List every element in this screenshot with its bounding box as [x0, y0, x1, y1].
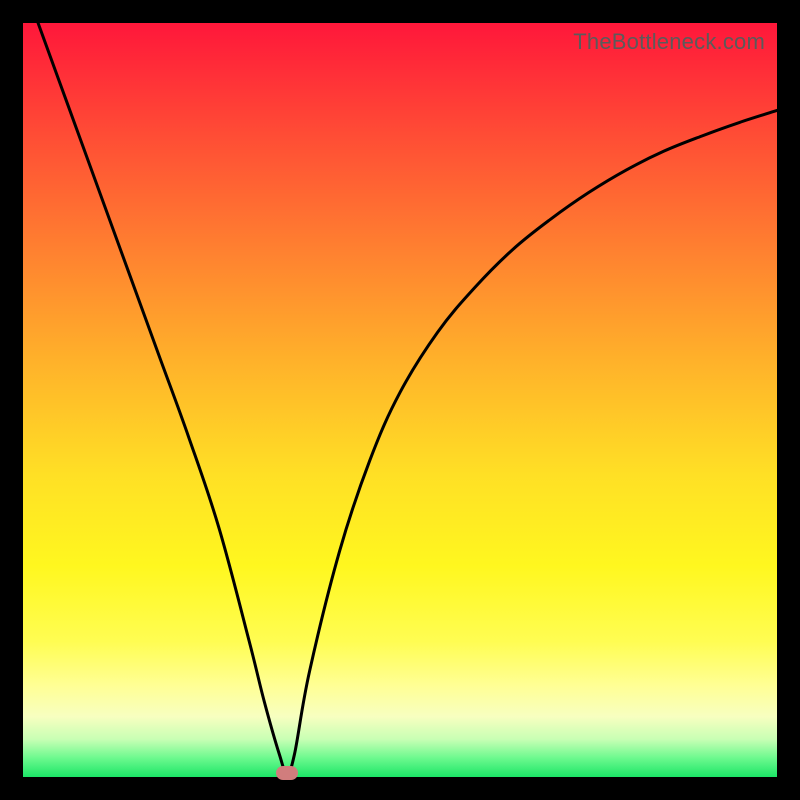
bottleneck-curve [23, 23, 777, 777]
plot-area: TheBottleneck.com [23, 23, 777, 777]
minimum-marker [276, 766, 298, 780]
chart-frame: TheBottleneck.com [0, 0, 800, 800]
